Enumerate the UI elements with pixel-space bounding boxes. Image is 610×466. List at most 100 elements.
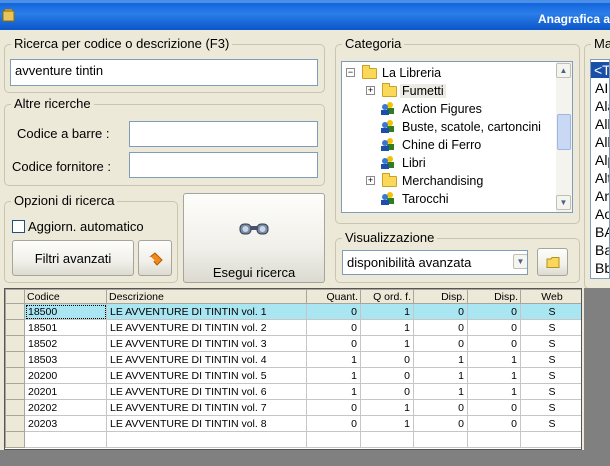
list-item[interactable]: <T <box>591 62 609 78</box>
table-row[interactable]: 20200 LE AVVENTURE DI TINTIN vol. 51011S <box>5 367 581 384</box>
table-cell[interactable]: 20202 <box>24 399 107 416</box>
tree-item[interactable]: Chine di Ferro <box>342 136 557 154</box>
table-row[interactable]: 18502 LE AVVENTURE DI TINTIN vol. 30100S <box>5 335 581 352</box>
tree-item[interactable]: Tarocchi <box>342 190 557 208</box>
scroll-up-icon[interactable]: ▲ <box>556 63 571 78</box>
table-cell[interactable]: 20201 <box>24 383 107 400</box>
table-cell[interactable]: 1 <box>360 335 414 352</box>
table-row[interactable]: 20203 LE AVVENTURE DI TINTIN vol. 80100S <box>5 415 581 432</box>
table-cell[interactable]: 0 <box>306 415 361 432</box>
column-header[interactable]: Quant. <box>306 289 361 304</box>
table-row[interactable]: 18501 LE AVVENTURE DI TINTIN vol. 20100S <box>5 319 581 336</box>
table-cell[interactable]: S <box>520 303 581 320</box>
table-row[interactable]: 18503 LE AVVENTURE DI TINTIN vol. 41011S <box>5 351 581 368</box>
list-item[interactable]: Alb <box>595 116 609 132</box>
row-indicator[interactable] <box>5 335 25 352</box>
row-indicator[interactable] <box>5 351 25 368</box>
row-indicator[interactable] <box>5 303 25 320</box>
table-cell[interactable]: 18503 <box>24 351 107 368</box>
table-cell[interactable]: LE AVVENTURE DI TINTIN vol. 6 <box>106 383 307 400</box>
table-cell[interactable]: 0 <box>467 319 521 336</box>
expand-icon[interactable]: + <box>366 86 375 95</box>
table-cell[interactable]: 0 <box>360 367 414 384</box>
list-item[interactable]: Alp <box>595 152 609 168</box>
table-cell[interactable]: S <box>520 399 581 416</box>
column-header[interactable]: Q ord. f. <box>360 289 414 304</box>
table-row[interactable]: 18500 LE AVVENTURE DI TINTIN vol. 10100S <box>5 303 581 320</box>
table-cell[interactable]: S <box>520 367 581 384</box>
table-cell[interactable]: S <box>520 383 581 400</box>
brand-list[interactable]: <T AII Ala Alb Alb Alp Alt An Ao BA Ba B… <box>590 59 610 279</box>
column-header[interactable]: Web <box>520 289 581 304</box>
table-cell[interactable]: 1 <box>467 383 521 400</box>
scrollbar-thumb[interactable] <box>557 114 571 150</box>
table-cell[interactable]: S <box>520 319 581 336</box>
table-cell[interactable]: 0 <box>413 399 468 416</box>
scroll-down-icon[interactable]: ▼ <box>556 195 571 210</box>
table-cell[interactable]: S <box>520 351 581 368</box>
table-cell[interactable]: 1 <box>467 367 521 384</box>
table-cell[interactable]: 1 <box>467 351 521 368</box>
tree-item[interactable]: − La Libreria <box>342 64 557 82</box>
row-indicator[interactable] <box>5 367 25 384</box>
row-indicator[interactable] <box>5 383 25 400</box>
view-select[interactable]: disponibilità avanzata ▼ <box>342 250 528 275</box>
table-cell[interactable]: 1 <box>306 367 361 384</box>
table-cell[interactable]: 1 <box>360 399 414 416</box>
column-header[interactable]: Disp. <box>467 289 521 304</box>
table-cell[interactable]: 1 <box>360 319 414 336</box>
table-cell[interactable]: 0 <box>467 415 521 432</box>
list-item[interactable]: Alb <box>595 134 609 150</box>
table-cell[interactable]: 1 <box>413 367 468 384</box>
row-indicator[interactable] <box>5 399 25 416</box>
table-cell[interactable]: 0 <box>306 303 361 320</box>
table-row[interactable]: 20202 LE AVVENTURE DI TINTIN vol. 70100S <box>5 399 581 416</box>
advanced-filters-button[interactable]: Filtri avanzati <box>12 240 134 276</box>
table-cell[interactable]: LE AVVENTURE DI TINTIN vol. 8 <box>106 415 307 432</box>
supplier-code-input[interactable] <box>129 152 318 178</box>
list-item[interactable]: Ala <box>595 98 609 114</box>
results-grid[interactable]: Codice Descrizione Quant. Q ord. f. Disp… <box>4 288 582 450</box>
row-indicator[interactable] <box>5 415 25 432</box>
column-header[interactable]: Descrizione <box>106 289 307 304</box>
table-cell[interactable]: 0 <box>467 399 521 416</box>
table-cell[interactable]: 18500 <box>24 303 107 320</box>
column-header[interactable]: Disp. <box>413 289 468 304</box>
dropdown-arrow-icon[interactable]: ▼ <box>513 254 527 269</box>
table-cell[interactable]: 0 <box>306 335 361 352</box>
table-cell[interactable]: 1 <box>360 415 414 432</box>
table-cell[interactable]: 0 <box>306 319 361 336</box>
tree-item[interactable]: + Fumetti <box>342 82 557 100</box>
column-header[interactable]: Codice <box>24 289 107 304</box>
list-item[interactable]: Ao <box>595 206 609 222</box>
table-cell[interactable]: LE AVVENTURE DI TINTIN vol. 7 <box>106 399 307 416</box>
table-cell[interactable]: LE AVVENTURE DI TINTIN vol. 5 <box>106 367 307 384</box>
tree-item[interactable]: Libri <box>342 154 557 172</box>
list-item[interactable]: Alt <box>595 170 609 186</box>
clear-filters-button[interactable] <box>138 240 172 276</box>
search-input[interactable]: avventure tintin <box>10 59 318 86</box>
list-item[interactable]: AII <box>595 80 609 96</box>
barcode-input[interactable] <box>129 121 318 147</box>
table-cell[interactable]: 1 <box>413 351 468 368</box>
list-item[interactable]: BA <box>595 224 609 240</box>
collapse-icon[interactable]: − <box>346 68 355 77</box>
tree-item[interactable]: Buste, scatole, cartoncini <box>342 118 557 136</box>
table-cell[interactable]: 0 <box>360 383 414 400</box>
table-cell[interactable]: 1 <box>306 351 361 368</box>
tree-item[interactable]: + Merchandising <box>342 172 557 190</box>
table-cell[interactable]: 18502 <box>24 335 107 352</box>
list-item[interactable]: An <box>595 188 609 204</box>
auto-update-checkbox[interactable] <box>12 220 25 233</box>
table-row[interactable]: 20201 LE AVVENTURE DI TINTIN vol. 61011S <box>5 383 581 400</box>
category-scrollbar[interactable]: ▲ ▼ <box>556 62 572 212</box>
table-cell[interactable]: 0 <box>306 399 361 416</box>
table-cell[interactable]: 0 <box>413 319 468 336</box>
table-cell[interactable]: 20200 <box>24 367 107 384</box>
expand-icon[interactable]: + <box>366 176 375 185</box>
list-item[interactable]: Bb <box>595 260 609 276</box>
table-cell[interactable]: LE AVVENTURE DI TINTIN vol. 4 <box>106 351 307 368</box>
table-cell[interactable]: LE AVVENTURE DI TINTIN vol. 2 <box>106 319 307 336</box>
list-item[interactable]: Ba <box>595 242 609 258</box>
tree-item[interactable]: Action Figures <box>342 100 557 118</box>
